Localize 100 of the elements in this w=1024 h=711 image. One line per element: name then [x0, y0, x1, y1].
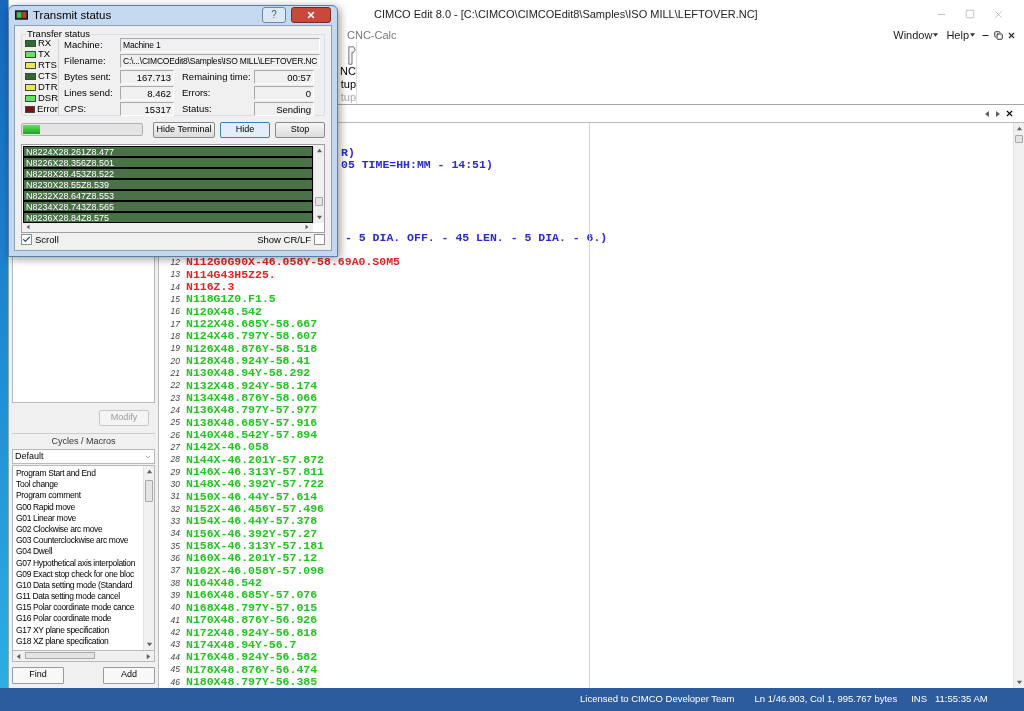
line-number: 30: [169, 478, 181, 491]
group-title: Transfer status: [26, 27, 91, 39]
line-number: 26: [169, 428, 181, 442]
line-number: 22: [169, 379, 181, 392]
line-number: 40: [169, 601, 181, 615]
code-line: N124X48.797Y-58.607: [186, 330, 318, 343]
line-number: 29: [169, 465, 181, 479]
code-line: N162X-46.058Y-57.098: [186, 564, 325, 577]
code-line: N148X-46.392Y-57.722: [186, 478, 325, 491]
code-line: N172X48.924Y-56.818: [186, 626, 318, 639]
line-number: 32: [169, 502, 181, 516]
code-line: N136X48.797Y-57.977: [186, 404, 318, 417]
line-number: 45: [169, 663, 181, 676]
field-value: 8.462: [120, 85, 174, 100]
field-label: Machine:: [64, 37, 104, 52]
line-number: 37: [169, 564, 181, 578]
clock: 11:55:35 AM: [935, 692, 988, 707]
code-line: N116Z.3: [186, 280, 235, 293]
field-value: 167.713: [120, 69, 174, 84]
code-line: N144X-46.201Y-57.872: [186, 453, 325, 466]
field-value: Sending: [254, 101, 314, 116]
code-line: N164X48.542: [186, 577, 262, 590]
code-line: N154X-46.44Y-57.378: [186, 515, 318, 528]
field-label: Bytes sent:: [64, 69, 112, 84]
line-number: 15: [169, 292, 181, 306]
code-line: N118G1Z0.F1.5: [186, 293, 276, 306]
code-line: N166X48.685Y-57.076: [186, 589, 318, 602]
code-line: N122X48.685Y-58.667: [186, 317, 318, 330]
code-fragment: R): [341, 147, 355, 160]
line-number: 12: [169, 255, 181, 269]
ribbon-group-label: tup: [340, 91, 356, 104]
code-line: N146X-46.313Y-57.811: [186, 466, 325, 479]
code-line: N114G43H5Z25.: [186, 268, 276, 281]
code-line: N170X48.876Y-56.926: [186, 614, 318, 627]
code-line: N152X-46.456Y-57.496: [186, 503, 325, 516]
line-number: 43: [169, 638, 181, 652]
field-label: CPS:: [64, 101, 88, 116]
signal-label: RX: [38, 38, 52, 49]
code-line: N156X-46.392Y-57.27: [186, 527, 318, 540]
field-label: Status:: [182, 101, 213, 116]
line-number: 34: [169, 527, 181, 541]
line-number: 35: [169, 539, 181, 553]
field-value: 00:57: [254, 69, 314, 84]
field-value: 15317: [120, 101, 174, 116]
signal-label: CTS: [38, 71, 57, 82]
code-line: N176X48.924Y-56.582: [186, 651, 318, 664]
insert-mode: INS: [911, 692, 927, 707]
line-number: 27: [169, 441, 181, 454]
code-line: N112G0G90X-46.058Y-58.69A0.S0M5: [186, 256, 400, 269]
signal-label: DTR: [38, 82, 58, 93]
line-number: 25: [169, 416, 181, 430]
line-number: 33: [169, 515, 181, 528]
code-line: N132X48.924Y-58.174: [186, 379, 318, 392]
signal-label: DSR: [37, 93, 58, 104]
line-number: 24: [169, 403, 181, 417]
line-number: 44: [169, 650, 181, 664]
line-number: 13: [169, 268, 181, 281]
code-line: N140X48.542Y-57.894: [186, 429, 318, 441]
line-number: 16: [169, 305, 181, 318]
cursor-position: Ln 1/46.903, Col 1, 995.767 bytes: [754, 692, 898, 707]
line-number: 21: [169, 366, 181, 380]
line-number: 41: [169, 613, 181, 627]
line-number: 38: [169, 576, 181, 590]
line-number: 19: [169, 342, 181, 355]
field-label: Lines send:: [64, 85, 114, 100]
signal-label: TX: [38, 49, 51, 60]
code-fragment: 05 TIME=HH:MM - 14:51): [341, 159, 493, 172]
signal-label: Error: [36, 104, 58, 115]
panel-header: Cycles / Macros: [51, 434, 116, 448]
code-line: N168X48.797Y-57.015: [186, 601, 318, 614]
code-line: N134X48.876Y-58.066: [186, 392, 318, 404]
line-number: 17: [169, 317, 181, 331]
code-line: N142X-46.058: [186, 441, 269, 454]
code-line: N126X48.876Y-58.518: [186, 342, 318, 355]
field-value: Machine 1: [120, 37, 320, 52]
code-line: N150X-46.44Y-57.614: [186, 490, 318, 503]
field-label: Remaining time:: [182, 69, 252, 84]
line-number: 39: [169, 589, 181, 602]
code-line: N178X48.876Y-56.474: [186, 663, 318, 676]
line-number: 18: [169, 329, 181, 343]
code-line: N174X48.94Y-56.7: [186, 638, 297, 651]
line-number: 14: [169, 280, 181, 294]
field-value: 0: [254, 85, 314, 100]
dialog-title: Transmit status: [33, 7, 112, 23]
line-number: 36: [169, 552, 181, 565]
line-number: 31: [169, 490, 181, 504]
line-number: 42: [169, 626, 181, 639]
line-number: 46: [169, 675, 181, 688]
code-line: N130X48.94Y-58.292: [186, 367, 311, 380]
field-label: Filename:: [64, 53, 107, 68]
code-line: N120X48.542: [186, 305, 262, 318]
line-number: 28: [169, 453, 181, 467]
code-line: N158X-46.313Y-57.181: [186, 540, 325, 553]
code-line: N160X-46.201Y-57.12: [186, 552, 318, 565]
line-number: 23: [169, 391, 181, 405]
window-title: CIMCO Edit 8.0 - [C:\CIMCO\CIMCOEdit8\Samples\ISO MILL\LEFTOVER.NC]: [374, 6, 758, 22]
line-number: 20: [169, 354, 181, 368]
license-text: Licensed to CIMCO Developer Team: [580, 692, 735, 707]
field-label: Errors:: [182, 85, 212, 100]
code-line: N180X48.797Y-56.385: [186, 675, 318, 688]
